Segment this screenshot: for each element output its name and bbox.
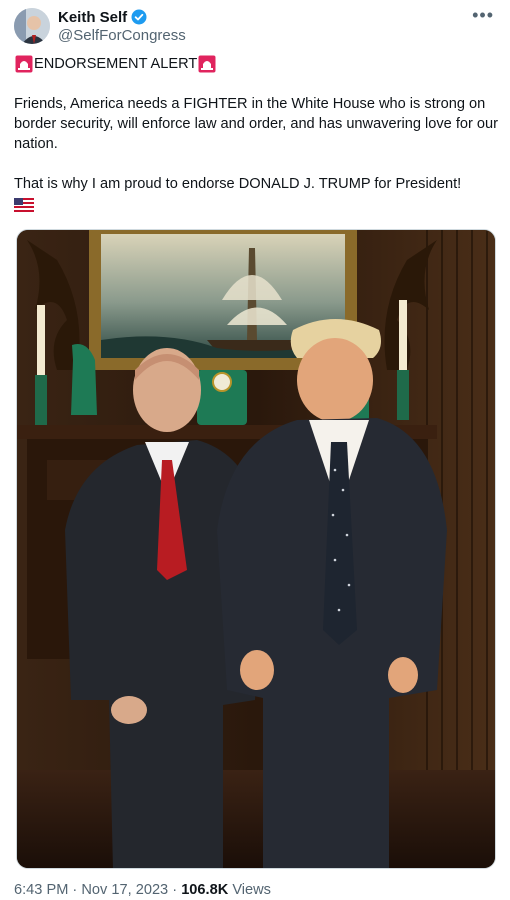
verified-badge-icon — [131, 9, 147, 25]
siren-icon — [198, 55, 216, 73]
tweet-meta: 6:43 PM · Nov 17, 2023 · 106.8K Views — [14, 882, 271, 898]
endorsement-alert-line: ENDORSEMENT ALERT — [14, 54, 498, 74]
siren-icon — [15, 55, 33, 73]
views-label: Views — [232, 882, 271, 898]
handle[interactable]: @SelfForCongress — [58, 27, 186, 44]
tweet-photo[interactable] — [16, 229, 496, 869]
meta-separator: · — [72, 882, 78, 898]
views-count: 106.8K — [181, 882, 229, 898]
meta-separator: · — [172, 882, 178, 898]
avatar[interactable] — [14, 8, 50, 44]
us-flag-icon — [14, 198, 34, 212]
tweet-text: ENDORSEMENT ALERT Friends, America needs… — [14, 54, 498, 218]
display-name[interactable]: Keith Self — [58, 9, 127, 26]
tweet-time[interactable]: 6:43 PM — [14, 882, 68, 898]
tweet-paragraph: That is why I am proud to endorse DONALD… — [14, 176, 462, 192]
more-options-icon[interactable]: ••• — [472, 6, 494, 24]
tweet-date[interactable]: Nov 17, 2023 — [81, 882, 168, 898]
alert-label: ENDORSEMENT ALERT — [34, 56, 198, 72]
tweet-header: Keith Self @SelfForCongress ••• — [14, 6, 496, 48]
tweet-paragraph: Friends, America needs a FIGHTER in the … — [14, 96, 499, 152]
